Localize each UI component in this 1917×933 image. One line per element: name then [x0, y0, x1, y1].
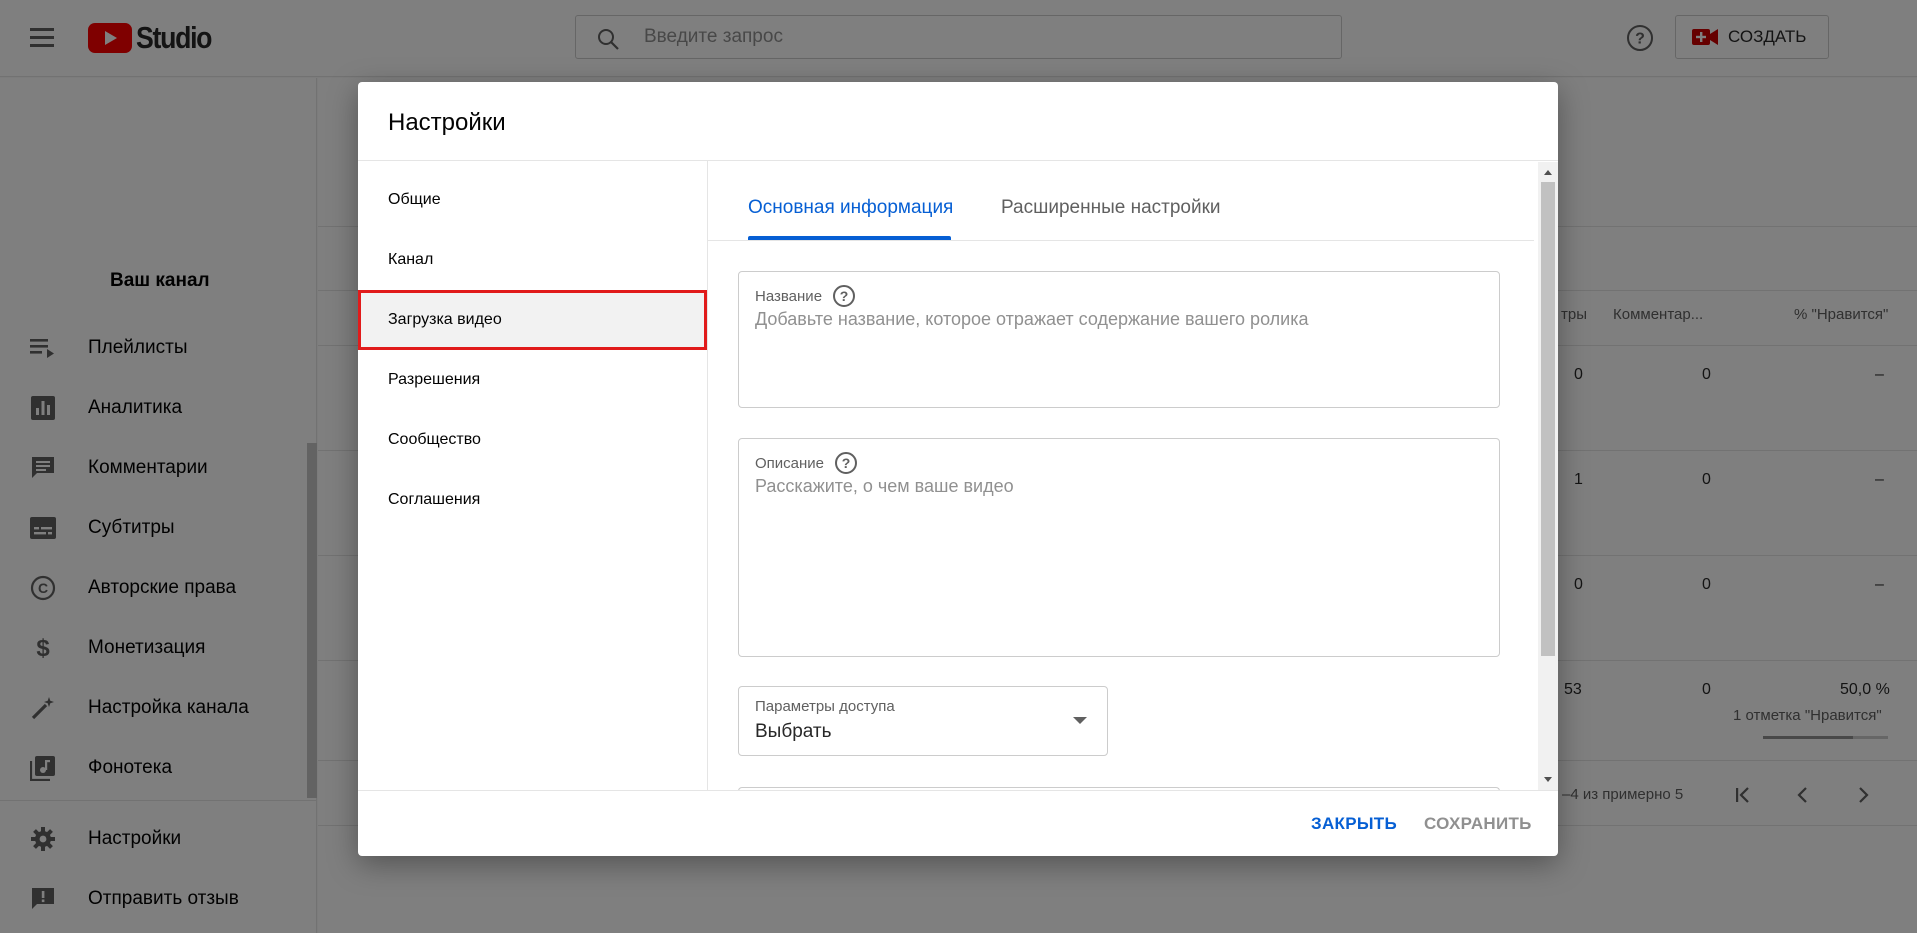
scroll-up-arrow-icon[interactable]	[1544, 170, 1552, 175]
help-icon[interactable]: ?	[834, 451, 858, 475]
visibility-select-label: Параметры доступа	[755, 698, 895, 715]
tab-basic-info[interactable]: Основная информация	[748, 197, 953, 219]
title-field-label: Название	[755, 287, 823, 305]
dialog-title: Настройки	[388, 109, 506, 136]
settings-nav-upload-defaults[interactable]: Загрузка видео	[358, 290, 707, 350]
svg-text:?: ?	[840, 288, 849, 304]
svg-text:?: ?	[842, 455, 851, 471]
settings-dialog: Настройки Общие Канал Загрузка видео Раз…	[358, 82, 1558, 856]
title-input[interactable]: Добавьте название, которое отражает соде…	[755, 309, 1475, 330]
title-field[interactable]: Название ? Добавьте название, которое от…	[738, 271, 1500, 408]
settings-nav-channel[interactable]: Канал	[358, 230, 707, 290]
description-field-label-row: Описание ?	[755, 451, 858, 475]
title-field-label-row: Название ?	[755, 284, 856, 308]
settings-nav-agreements[interactable]: Соглашения	[358, 470, 707, 530]
dialog-divider	[707, 161, 708, 790]
close-button[interactable]: ЗАКРЫТЬ	[1311, 814, 1397, 834]
description-input[interactable]: Расскажите, о чем ваше видео	[755, 476, 1475, 497]
settings-nav-general[interactable]: Общие	[358, 170, 707, 230]
scroll-down-arrow-icon[interactable]	[1544, 777, 1552, 782]
dropdown-arrow-icon	[1073, 717, 1087, 724]
visibility-select[interactable]: Параметры доступа Выбрать	[738, 686, 1108, 756]
description-field[interactable]: Описание ? Расскажите, о чем ваше видео	[738, 438, 1500, 657]
dialog-scrollbar-thumb[interactable]	[1541, 182, 1555, 656]
visibility-select-value: Выбрать	[755, 721, 832, 742]
dialog-divider	[358, 160, 1558, 161]
dialog-divider	[358, 790, 1558, 791]
description-field-label: Описание	[755, 454, 825, 472]
tab-advanced-settings[interactable]: Расширенные настройки	[1001, 197, 1221, 219]
settings-nav-permissions[interactable]: Разрешения	[358, 350, 707, 410]
help-icon[interactable]: ?	[832, 284, 856, 308]
tabs-divider	[708, 240, 1534, 241]
save-button[interactable]: СОХРАНИТЬ	[1424, 814, 1532, 834]
settings-nav-community[interactable]: Сообщество	[358, 410, 707, 470]
